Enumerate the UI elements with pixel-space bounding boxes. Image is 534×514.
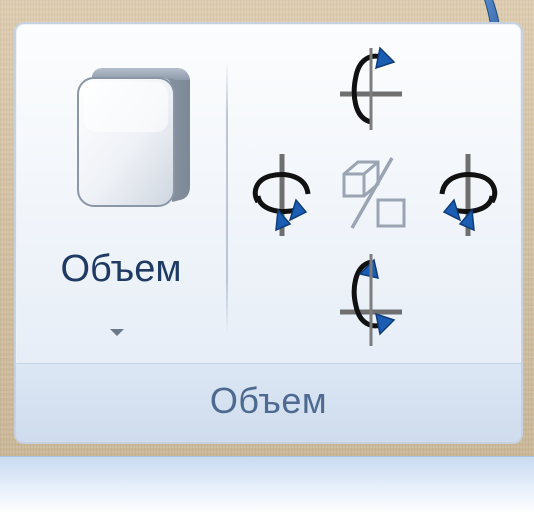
ribbon-bottom-strip xyxy=(0,456,534,514)
rotate-tilt-up-icon xyxy=(340,46,402,130)
ribbon-group-volume: Объем Объем xyxy=(14,22,523,444)
volume-button[interactable]: Объем xyxy=(36,44,206,344)
tilt-up-button[interactable] xyxy=(334,36,408,132)
rotate-tilt-down-icon xyxy=(340,254,402,346)
rotate-tilt-right-icon xyxy=(439,154,498,236)
group-footer: Объем xyxy=(16,363,521,442)
group-separator xyxy=(226,62,228,334)
rotate-tilt-left-icon xyxy=(252,154,311,236)
tilt-left-button[interactable] xyxy=(244,150,318,240)
group-label: Объем xyxy=(209,380,328,421)
toggle-3d-icon xyxy=(342,157,406,229)
volume-cube-icon xyxy=(77,68,190,207)
volume-button-label: Объем xyxy=(60,248,182,290)
tilt-right-button[interactable] xyxy=(432,150,506,240)
tilt-down-button[interactable] xyxy=(334,250,408,350)
toggle-3d-button[interactable] xyxy=(338,154,408,234)
chevron-down-icon[interactable] xyxy=(110,329,124,336)
